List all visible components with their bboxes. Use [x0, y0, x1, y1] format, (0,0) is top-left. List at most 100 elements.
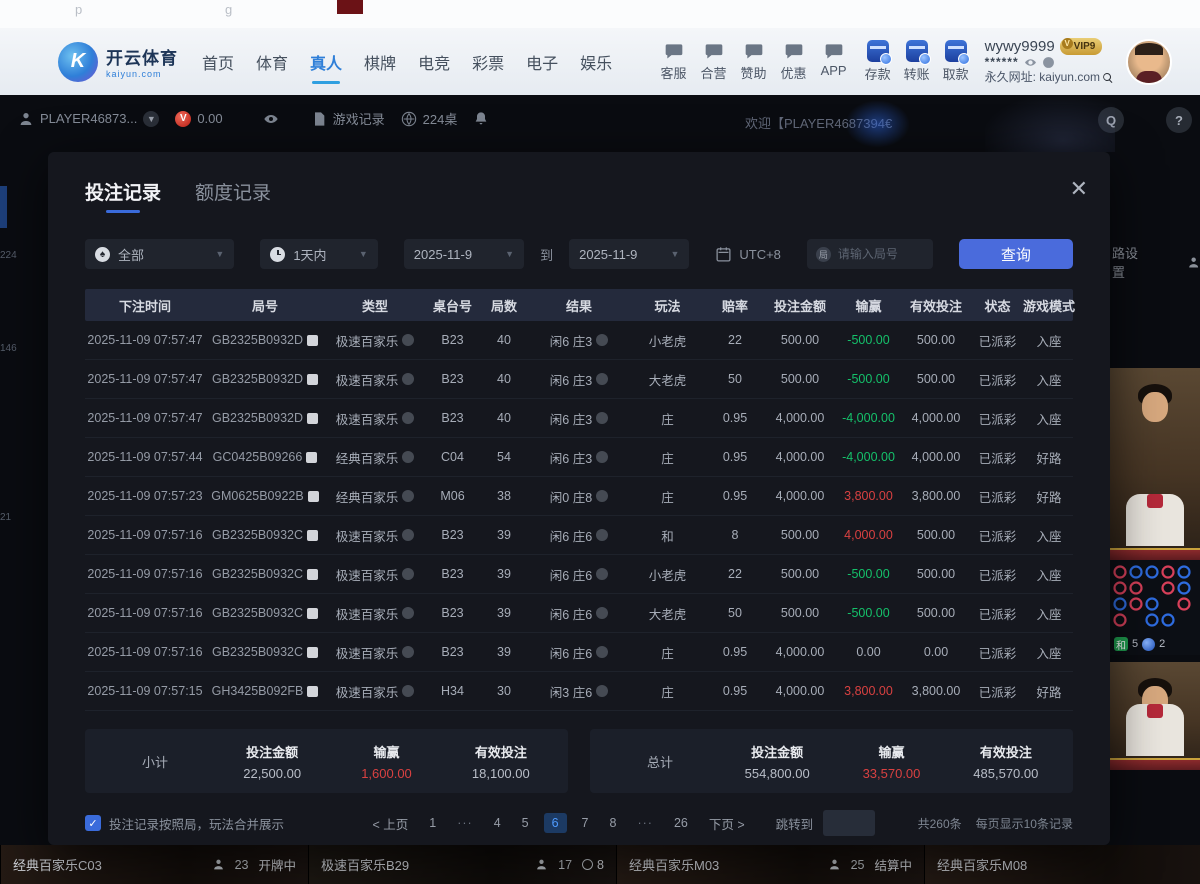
copy-icon[interactable]	[306, 452, 317, 463]
player-menu[interactable]: PLAYER46873... ▼	[18, 111, 159, 127]
result-detail-icon[interactable]	[596, 490, 608, 502]
copy-icon[interactable]	[308, 491, 319, 502]
table-row[interactable]: 2025-11-09 07:57:16 GB2325B0932C 极速百家乐 B…	[85, 594, 1073, 633]
nav-item[interactable]: 真人	[310, 44, 342, 80]
page-button[interactable]: 5	[516, 813, 535, 833]
video-thumb-dealer-1[interactable]	[1110, 368, 1200, 560]
table-row[interactable]: 2025-11-09 07:57:16 GB2325B0932C 极速百家乐 B…	[85, 555, 1073, 594]
result-detail-icon[interactable]	[596, 607, 608, 619]
info-icon[interactable]	[402, 685, 414, 697]
tables-count-link[interactable]: 224桌	[401, 109, 458, 128]
info-icon[interactable]	[402, 373, 414, 385]
table-row[interactable]: 2025-11-09 07:57:47 GB2325B0932D 极速百家乐 B…	[85, 399, 1073, 438]
info-icon[interactable]	[402, 568, 414, 580]
result-detail-icon[interactable]	[596, 451, 608, 463]
page-button[interactable]: 下页 >	[703, 811, 751, 836]
eye-icon[interactable]	[263, 111, 279, 127]
balance-group[interactable]: V 0.00	[175, 111, 222, 127]
chevron-down-icon[interactable]: ▼	[143, 111, 159, 127]
result-detail-icon[interactable]	[596, 412, 608, 424]
nav-item[interactable]: 电子	[526, 44, 558, 80]
quick-link[interactable]: APP	[821, 41, 847, 82]
nav-item[interactable]: 首页	[202, 44, 234, 80]
wallet-action[interactable]: 转账	[904, 40, 930, 83]
info-icon[interactable]	[402, 412, 414, 424]
page-button[interactable]: 7	[576, 813, 595, 833]
quick-link[interactable]: 优惠	[781, 41, 807, 82]
date-to-picker[interactable]: 2025-11-9 ▼	[569, 239, 689, 269]
page-button[interactable]: < 上页	[366, 811, 414, 836]
result-detail-icon[interactable]	[596, 529, 608, 541]
table-thumbnail[interactable]: 经典百家乐M03 25 结算中	[616, 845, 924, 884]
wallet-action[interactable]: 存款	[865, 40, 891, 83]
table-thumbnail[interactable]: 经典百家乐C03 23 开牌中	[0, 845, 308, 884]
info-icon[interactable]	[402, 646, 414, 658]
eye-off-icon[interactable]	[1024, 56, 1037, 69]
nav-item[interactable]: 电竞	[418, 44, 450, 80]
magnifier-icon[interactable]	[1102, 72, 1114, 84]
table-row[interactable]: 2025-11-09 07:57:23 GM0625B0922B 经典百家乐 M…	[85, 477, 1073, 516]
close-icon[interactable]: ✕	[1070, 178, 1088, 200]
table-row[interactable]: 2025-11-09 07:57:44 GC0425B09266 经典百家乐 C…	[85, 438, 1073, 477]
info-icon[interactable]	[402, 529, 414, 541]
date-from-picker[interactable]: 2025-11-9 ▼	[404, 239, 524, 269]
info-icon[interactable]	[402, 334, 414, 346]
result-detail-icon[interactable]	[596, 685, 608, 697]
page-button[interactable]: ···	[631, 813, 659, 833]
roadmap-1[interactable]: 和 5 2	[1110, 560, 1200, 655]
game-records-link[interactable]: 游戏记录	[311, 109, 385, 128]
round-search-input[interactable]	[838, 247, 924, 261]
user-avatar[interactable]	[1126, 39, 1172, 85]
page-button[interactable]: ···	[451, 813, 479, 833]
timezone-toggle[interactable]: UTC+8	[715, 246, 781, 263]
user-block[interactable]: wywy9999 VIP9 ****** 永久网址: kaiyun.com	[985, 38, 1114, 85]
quick-link[interactable]: 赞助	[741, 41, 767, 82]
table-thumbnail[interactable]: 极速百家乐B29 17 8	[308, 845, 616, 884]
nav-item[interactable]: 棋牌	[364, 44, 396, 80]
page-button[interactable]: 6	[544, 813, 567, 833]
table-row[interactable]: 2025-11-09 07:57:15 GH3425B092FB 极速百家乐 H…	[85, 672, 1073, 711]
copy-icon[interactable]	[307, 413, 318, 424]
jump-input[interactable]	[823, 810, 875, 836]
copy-icon[interactable]	[307, 569, 318, 580]
copy-icon[interactable]	[307, 335, 318, 346]
copy-icon[interactable]	[307, 374, 318, 385]
page-button[interactable]: 1	[423, 813, 442, 833]
table-thumbnail[interactable]: 经典百家乐M08	[924, 845, 1200, 884]
query-button[interactable]: 查询	[959, 239, 1073, 269]
modal-tab[interactable]: 投注记录	[85, 178, 161, 217]
copy-icon[interactable]	[307, 530, 318, 541]
result-detail-icon[interactable]	[596, 646, 608, 658]
table-row[interactable]: 2025-11-09 07:57:16 GB2325B0932C 极速百家乐 B…	[85, 633, 1073, 672]
road-settings[interactable]: 路设置	[1112, 243, 1200, 281]
round-search-box[interactable]: 局	[807, 239, 933, 269]
time-range-select[interactable]: 1天内 ▼	[260, 239, 377, 269]
copy-icon[interactable]	[307, 686, 318, 697]
quick-link[interactable]: 合营	[701, 41, 727, 82]
category-select[interactable]: ♠ 全部 ▼	[85, 239, 234, 269]
page-button[interactable]: 8	[604, 813, 623, 833]
nav-item[interactable]: 娱乐	[580, 44, 612, 80]
table-row[interactable]: 2025-11-09 07:57:47 GB2325B0932D 极速百家乐 B…	[85, 321, 1073, 360]
result-detail-icon[interactable]	[596, 334, 608, 346]
help-icon[interactable]: ?	[1166, 107, 1192, 133]
info-icon[interactable]	[402, 490, 414, 502]
copy-icon[interactable]	[307, 608, 318, 619]
merge-checkbox[interactable]: ✓	[85, 815, 101, 831]
site-logo[interactable]: K 开云体育 kaiyun.com	[58, 42, 178, 82]
copy-icon[interactable]	[307, 647, 318, 658]
info-icon[interactable]	[402, 451, 414, 463]
quick-link[interactable]: 客服	[661, 41, 687, 82]
info-icon[interactable]	[402, 607, 414, 619]
wallet-action[interactable]: 取款	[943, 40, 969, 83]
table-row[interactable]: 2025-11-09 07:57:47 GB2325B0932D 极速百家乐 B…	[85, 360, 1073, 399]
modal-tab[interactable]: 额度记录	[195, 178, 271, 217]
video-thumb-dealer-2[interactable]	[1110, 662, 1200, 770]
nav-item[interactable]: 体育	[256, 44, 288, 80]
result-detail-icon[interactable]	[596, 373, 608, 385]
bell-icon[interactable]	[473, 111, 489, 127]
nav-item[interactable]: 彩票	[472, 44, 504, 80]
table-row[interactable]: 2025-11-09 07:57:16 GB2325B0932C 极速百家乐 B…	[85, 516, 1073, 555]
page-button[interactable]: 4	[488, 813, 507, 833]
page-button[interactable]: 26	[668, 813, 694, 833]
